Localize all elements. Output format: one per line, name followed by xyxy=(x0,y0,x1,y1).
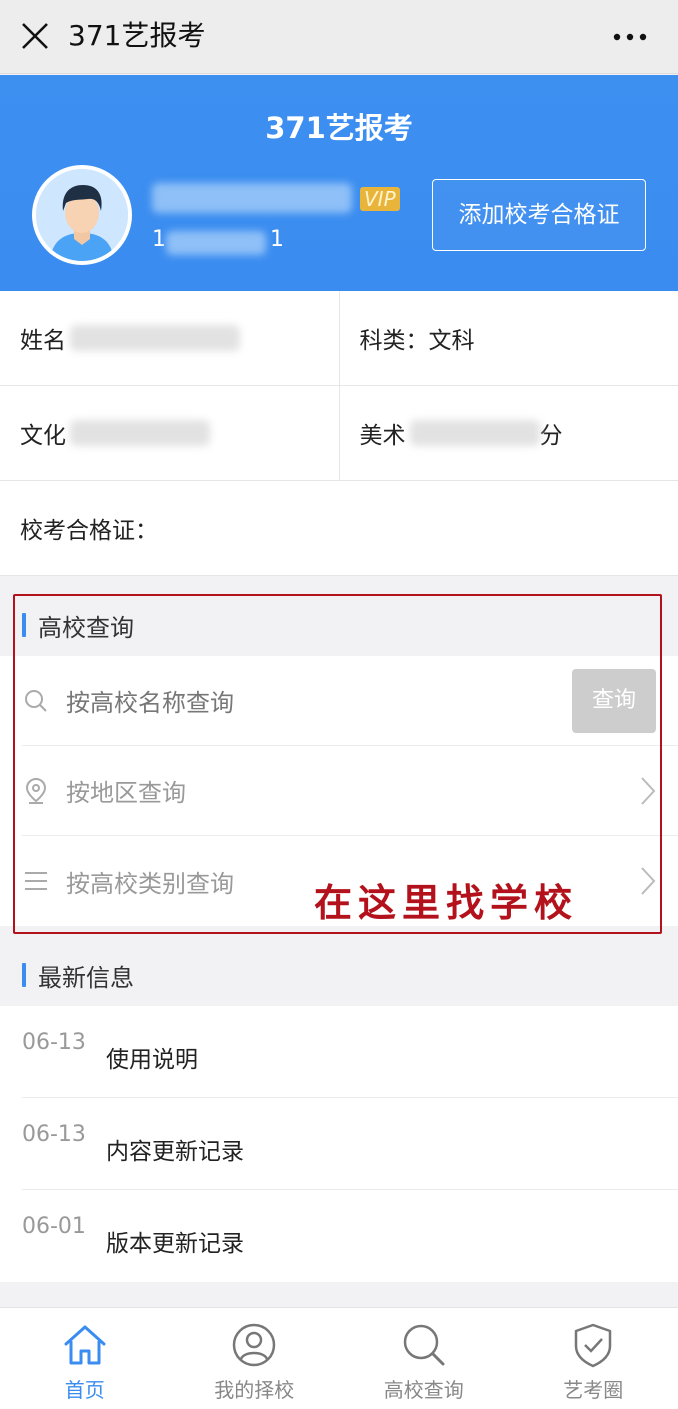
user-icon xyxy=(233,1323,276,1367)
student-info: 姓名 科类：文科 文化 美术 分 校考合格证： xyxy=(0,291,678,576)
tab-label: 艺考圈 xyxy=(563,1378,624,1402)
list-item[interactable]: 06-13 使用说明 xyxy=(22,1006,678,1098)
list-item[interactable]: 06-01 版本更新记录 xyxy=(22,1190,678,1282)
search-icon xyxy=(403,1324,445,1366)
category-label: 按高校类别查询 xyxy=(66,869,234,898)
news-title[interactable]: 版本更新记录 xyxy=(106,1224,244,1258)
brand-title: 371艺报考 xyxy=(265,111,413,145)
tab-home[interactable]: 首页 xyxy=(0,1308,170,1409)
news-date: 06-13 xyxy=(22,1122,86,1147)
school-search-heading: 高校查询 xyxy=(0,594,678,656)
search-by-region-row[interactable]: 按地区查询 xyxy=(22,746,678,836)
bottom-tab-bar: 首页 我的择校 高校查询 艺考圈 xyxy=(0,1307,678,1409)
cert-label: 校考合格证： xyxy=(20,518,158,544)
user-name-redacted xyxy=(152,183,352,213)
shield-check-icon xyxy=(575,1323,612,1368)
tab-school-search[interactable]: 高校查询 xyxy=(339,1308,509,1409)
chevron-right-icon xyxy=(641,867,656,895)
culture-label: 文化 xyxy=(20,423,66,449)
tab-my-school[interactable]: 我的择校 xyxy=(170,1308,340,1409)
close-icon[interactable] xyxy=(20,21,50,51)
news-date: 06-01 xyxy=(22,1214,86,1239)
add-cert-button[interactable]: 添加校考合格证 xyxy=(432,179,646,251)
section-title: 最新信息 xyxy=(38,963,134,992)
search-by-name-row[interactable]: 按高校名称查询 查询 xyxy=(22,656,678,746)
vip-badge: VIP xyxy=(360,187,400,211)
user-phone-suffix: 1 xyxy=(270,227,284,252)
art-score-cell: 美术 分 xyxy=(338,386,678,480)
tab-label: 高校查询 xyxy=(383,1378,464,1402)
user-phone-prefix: 1 xyxy=(152,227,166,252)
section-accent-bar xyxy=(22,963,26,987)
cert-row: 校考合格证： xyxy=(0,481,678,576)
profile-header: 371艺报考 VIP 1 1 添加校考合格证 xyxy=(0,75,678,291)
art-score-redacted xyxy=(409,420,540,446)
title-bar: 371艺报考 xyxy=(0,0,678,74)
name-cell: 姓名 xyxy=(0,291,339,385)
section-title: 高校查询 xyxy=(38,613,134,642)
category-label: 科类：文科 xyxy=(359,328,475,354)
info-row: 文化 美术 分 xyxy=(0,386,678,481)
tab-label: 首页 xyxy=(64,1378,105,1402)
avatar[interactable] xyxy=(32,165,132,265)
section-accent-bar xyxy=(22,613,26,637)
news-heading: 最新信息 xyxy=(0,944,678,1006)
list-item[interactable]: 06-13 内容更新记录 xyxy=(22,1098,678,1190)
art-label: 美术 xyxy=(359,423,406,449)
search-input[interactable]: 按高校名称查询 xyxy=(66,683,234,718)
culture-score-redacted xyxy=(70,420,210,446)
home-icon xyxy=(64,1325,106,1365)
news-list: 06-13 使用说明 06-13 内容更新记录 06-01 版本更新记录 xyxy=(0,1006,678,1282)
tab-art-circle[interactable]: 艺考圈 xyxy=(509,1308,678,1409)
name-label: 姓名 xyxy=(20,328,66,354)
search-button[interactable]: 查询 xyxy=(572,669,656,733)
more-icon[interactable] xyxy=(612,22,648,52)
user-phone-redacted xyxy=(166,231,266,255)
news-title[interactable]: 内容更新记录 xyxy=(106,1132,244,1166)
art-suffix: 分 xyxy=(539,423,563,449)
location-pin-icon xyxy=(22,777,50,805)
chevron-right-icon xyxy=(641,777,656,805)
region-label: 按地区查询 xyxy=(66,779,186,807)
culture-score-cell: 文化 xyxy=(0,386,339,480)
search-icon xyxy=(22,687,50,715)
app-title: 371艺报考 xyxy=(68,19,206,52)
news-title[interactable]: 使用说明 xyxy=(106,1040,198,1074)
news-date: 06-13 xyxy=(22,1030,86,1055)
annotation-text: 在这里找学校 xyxy=(314,880,579,925)
info-row: 姓名 科类：文科 xyxy=(0,291,678,386)
category-cell: 科类：文科 xyxy=(338,291,678,385)
list-icon xyxy=(22,867,50,895)
tab-label: 我的择校 xyxy=(214,1378,295,1402)
name-redacted xyxy=(70,325,240,351)
avatar-person-icon xyxy=(36,169,128,261)
